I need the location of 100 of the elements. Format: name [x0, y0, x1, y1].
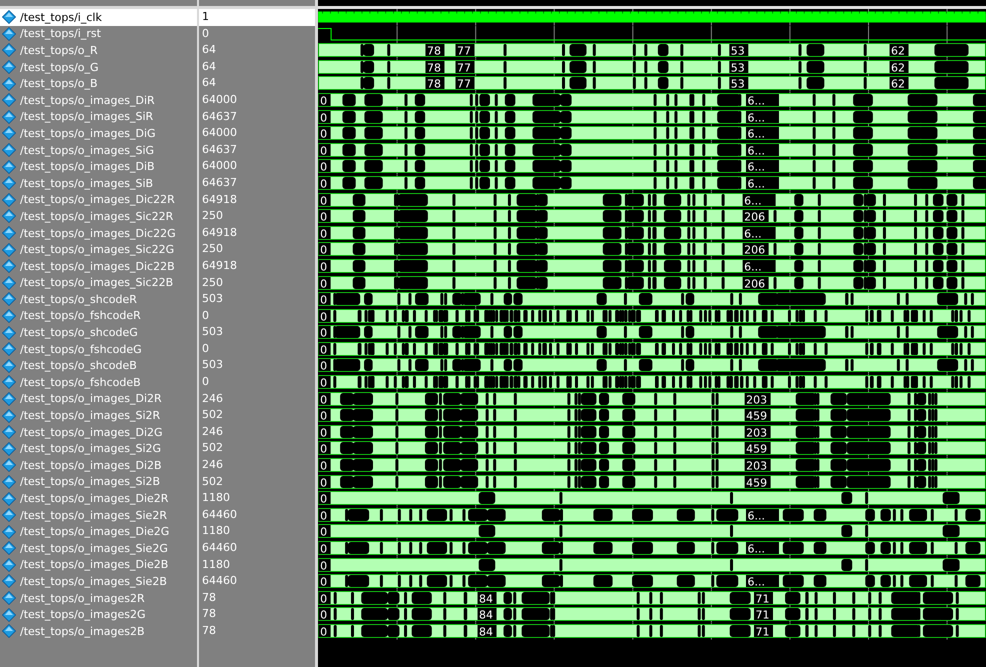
signal-name[interactable]: /test_tops/o_shcodeG [0, 324, 197, 341]
signal-name[interactable]: /test_tops/o_images_DiB [0, 158, 197, 175]
signal-value: 246 [201, 390, 224, 407]
signal-name[interactable]: /test_tops/o_images_Di2R [0, 390, 197, 408]
signal-value: 0 [201, 26, 210, 42]
signal-path: /test_tops/o_fshcodeB [20, 376, 141, 389]
signal-name[interactable]: /test_tops/o_images_SiR [0, 108, 197, 126]
diamond-icon [2, 591, 16, 606]
signal-value: 64460 [201, 573, 238, 590]
signal-path: /test_tops/o_images_Sic22B [20, 276, 174, 290]
signal-path: /test_tops/i_rst [20, 27, 101, 40]
signal-value: 250 [201, 208, 224, 224]
signal-name[interactable]: /test_tops/o_G [0, 58, 197, 76]
bus-value: 78 [426, 61, 441, 74]
signal-value: 0 [201, 374, 210, 390]
signal-name[interactable]: /test_tops/o_images_Sic22B [0, 274, 197, 292]
signal-value: 0 [201, 308, 210, 324]
bus-value: 206 [744, 244, 766, 257]
signal-name[interactable]: /test_tops/o_images_Sic22R [0, 208, 197, 225]
signal-path: /test_tops/o_images_Dic22G [20, 226, 176, 240]
signal-path: /test_tops/o_images_Si2R [20, 409, 160, 422]
signal-name[interactable]: /test_tops/o_images_Dic22B [0, 258, 197, 274]
diamond-icon [2, 425, 16, 440]
signal-path: /test_tops/o_images_SiR [20, 110, 154, 124]
signal-name[interactable]: /test_tops/o_images_Sie2R [0, 506, 197, 524]
signal-name[interactable]: /test_tops/o_images2G [0, 606, 197, 623]
signal-name[interactable]: /test_tops/o_images_Sie2G [0, 540, 197, 557]
bus-value: 6... [744, 194, 762, 207]
signal-path: /test_tops/o_images_Di2G [20, 426, 163, 439]
diamond-icon [2, 326, 16, 340]
signal-name[interactable]: /test_tops/o_images2B [0, 622, 197, 640]
signal-name[interactable]: /test_tops/o_shcodeR [0, 291, 197, 308]
diamond-icon [2, 408, 16, 423]
signal-path: /test_tops/o_R [20, 44, 98, 57]
signal-name[interactable]: /test_tops/o_images_Sie2B [0, 573, 197, 590]
bus-value: 0 [320, 127, 328, 140]
bus-value: 78 [426, 44, 441, 58]
signal-name[interactable]: /test_tops/o_images2R [0, 590, 197, 606]
signal-name[interactable]: /test_tops/o_images_Die2G [0, 523, 197, 540]
signal-name[interactable]: /test_tops/o_images_Dic22R [0, 192, 197, 208]
signal-path: /test_tops/o_fshcodeG [20, 342, 142, 356]
bus-value: 0 [320, 608, 328, 622]
signal-name[interactable]: /test_tops/o_images_Di2B [0, 457, 197, 474]
diamond-icon [2, 126, 16, 140]
signal-path: /test_tops/o_images_Die2B [20, 558, 168, 572]
signal-name[interactable]: /test_tops/o_images_SiG [0, 142, 197, 158]
diamond-icon [2, 541, 16, 556]
bus-value: 53 [730, 44, 745, 58]
signal-value: 1 [199, 9, 315, 26]
signal-name[interactable]: /test_tops/o_images_SiB [0, 174, 197, 192]
signal-value: 0 [201, 340, 210, 357]
signal-value: 64637 [201, 142, 238, 158]
bus-value: 6... [747, 177, 765, 190]
bus-value: 0 [320, 110, 328, 124]
signal-name[interactable]: /test_tops/o_images_Si2B [0, 474, 197, 490]
signal-path: /test_tops/o_images_Si2G [20, 442, 162, 456]
bus-value: 0 [320, 94, 328, 108]
signal-name[interactable]: /test_tops/o_images_Sic22G [0, 241, 197, 258]
signal-path: /test_tops/o_images2R [20, 592, 145, 605]
diamond-icon [2, 474, 16, 489]
signal-name[interactable]: /test_tops/o_R [0, 42, 197, 59]
signal-name[interactable]: /test_tops/o_images_Dic22G [0, 224, 197, 242]
signal-value: 246 [201, 457, 224, 474]
signal-name[interactable]: /test_tops/o_images_Si2G [0, 440, 197, 458]
signal-name[interactable]: /test_tops/o_fshcodeG [0, 340, 197, 358]
signal-name[interactable]: /test_tops/o_fshcodeR [0, 308, 197, 324]
signal-path: /test_tops/o_images_Si2B [20, 475, 160, 488]
bus-value: 77 [457, 78, 471, 91]
signal-name[interactable]: /test_tops/o_images_DiR [0, 92, 197, 109]
signal-name[interactable]: /test_tops/o_images_Die2R [0, 490, 197, 507]
signal-value: 64000 [201, 92, 238, 108]
signal-name[interactable]: /test_tops/o_B [0, 75, 197, 92]
bus-value: 0 [320, 260, 328, 274]
bus-value: 203 [746, 426, 768, 440]
signal-path: /test_tops/o_images2B [20, 624, 145, 638]
signal-path: /test_tops/o_images_Sie2G [20, 542, 168, 555]
bus-value: 0 [320, 492, 328, 506]
signal-value: 78 [201, 606, 217, 622]
diamond-icon [2, 10, 16, 24]
signal-name[interactable]: /test_tops/i_rst [0, 26, 197, 42]
bus-value: 203 [746, 392, 768, 406]
diamond-icon [2, 292, 16, 306]
signal-name[interactable]: /test_tops/o_shcodeB [0, 357, 197, 374]
bus-value: 77 [457, 61, 471, 74]
bus-value: 0 [320, 326, 328, 340]
signal-name[interactable]: /test_tops/o_images_DiG [0, 125, 197, 142]
signal-name[interactable]: /test_tops/i_clk [0, 9, 197, 26]
signal-name[interactable]: /test_tops/o_images_Die2B [0, 556, 197, 574]
bus-value: 62 [891, 61, 906, 74]
bus-value: 62 [891, 78, 906, 91]
bus-value: 0 [320, 558, 328, 572]
signal-name[interactable]: /test_tops/o_images_Si2R [0, 407, 197, 424]
bus-value: 0 [320, 244, 328, 257]
signal-path: /test_tops/i_clk [20, 10, 102, 24]
bus-value: 0 [320, 392, 328, 406]
diamond-icon [2, 259, 16, 274]
bus-value: 0 [320, 526, 328, 539]
signal-path: /test_tops/o_G [20, 60, 99, 74]
signal-name[interactable]: /test_tops/o_fshcodeB [0, 374, 197, 391]
signal-name[interactable]: /test_tops/o_images_Di2G [0, 424, 197, 440]
